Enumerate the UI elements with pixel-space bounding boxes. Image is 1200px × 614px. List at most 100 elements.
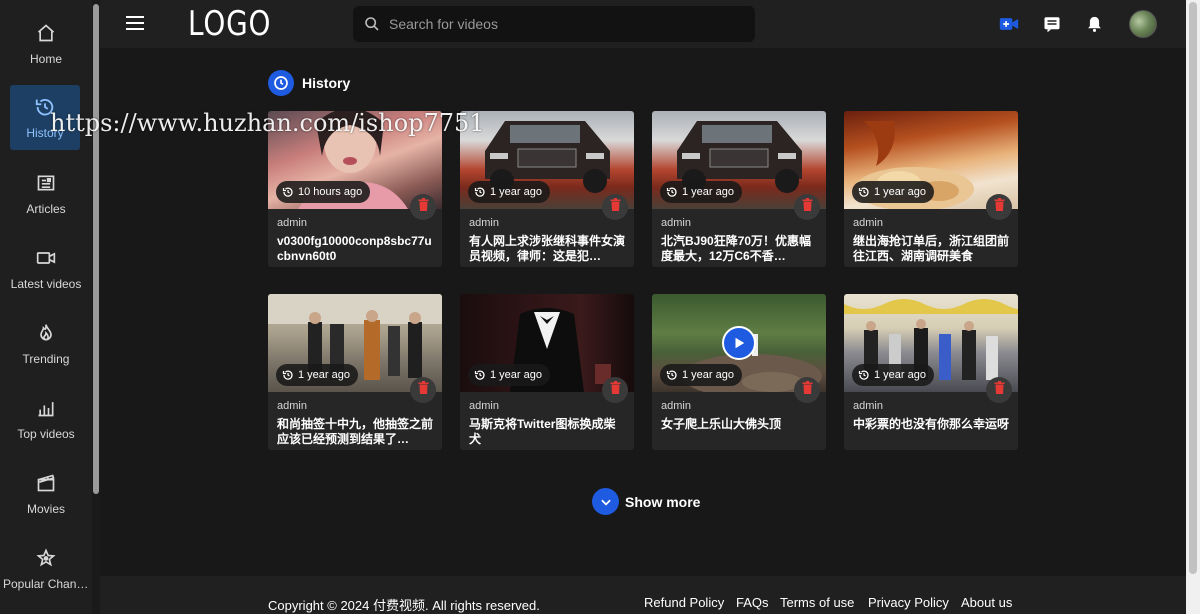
sidebar-item-label: Trending xyxy=(22,352,70,366)
history-icon xyxy=(666,186,678,198)
show-more-label: Show more xyxy=(625,493,701,510)
video-title[interactable]: 女子爬上乐山大佛头顶 xyxy=(661,417,817,432)
delete-button[interactable] xyxy=(986,194,1012,220)
sidebar-item-movies[interactable]: Movies xyxy=(0,460,92,528)
footer-link-privacy[interactable]: Privacy Policy xyxy=(868,595,949,610)
delete-button[interactable] xyxy=(602,377,628,403)
history-icon xyxy=(858,186,870,198)
video-author[interactable]: admin xyxy=(277,217,307,229)
delete-button[interactable] xyxy=(602,194,628,220)
sidebar-item-label: History xyxy=(26,125,64,140)
trash-icon xyxy=(610,198,621,216)
star-icon xyxy=(35,547,57,569)
time-text: 1 year ago xyxy=(874,186,926,198)
bell-icon[interactable] xyxy=(1083,13,1105,35)
bar-chart-icon xyxy=(35,397,57,419)
history-icon xyxy=(666,369,678,381)
messages-icon[interactable] xyxy=(1041,13,1063,35)
sidebar-item-history[interactable]: History xyxy=(10,85,80,150)
video-title[interactable]: v0300fg10000conp8sbc77ucbnvn60t0 xyxy=(277,234,433,264)
page-scrollbar[interactable] xyxy=(1186,0,1200,614)
video-card[interactable]: 10 hours ago admin v0300fg10000conp8sbc7… xyxy=(268,111,442,267)
sidebar-item-home[interactable]: Home xyxy=(0,10,92,78)
video-title[interactable]: 中彩票的也没有你那么幸运呀 xyxy=(853,417,1009,432)
time-text: 1 year ago xyxy=(298,369,350,381)
movie-icon xyxy=(35,472,57,494)
video-title[interactable]: 和尚抽签十中九，他抽签之前应该已经预测到结果了… xyxy=(277,417,433,447)
time-badge: 1 year ago xyxy=(660,364,742,386)
sidebar-item-top-videos[interactable]: Top videos xyxy=(0,385,92,453)
play-icon xyxy=(735,337,745,349)
sidebar-item-popular-channels[interactable]: Popular Channels xyxy=(0,535,92,603)
video-author[interactable]: admin xyxy=(469,217,499,229)
history-icon xyxy=(34,96,56,118)
video-card[interactable]: 1 year ago admin 继出海抢订单后，浙江组团前往江西、湖南调研美食 xyxy=(844,111,1018,267)
avatar[interactable] xyxy=(1129,10,1157,38)
time-text: 1 year ago xyxy=(490,369,542,381)
video-card[interactable]: 1 year ago admin 北汽BJ90狂降70万！优惠幅度最大，12万C… xyxy=(652,111,826,267)
footer-link-about[interactable]: About us xyxy=(961,595,1012,610)
site-logo[interactable]: LOGO xyxy=(188,4,271,44)
footer-link-refund-policy[interactable]: Refund Policy xyxy=(644,595,724,610)
play-button[interactable] xyxy=(722,326,756,360)
history-icon xyxy=(858,369,870,381)
video-card[interactable]: 1 year ago admin 马斯克将Twitter图标换成柴犬 xyxy=(460,294,634,450)
video-title[interactable]: 北汽BJ90狂降70万！优惠幅度最大，12万C6不香… xyxy=(661,234,817,264)
time-badge: 10 hours ago xyxy=(276,181,371,203)
time-text: 1 year ago xyxy=(874,369,926,381)
show-more-button[interactable]: Show more xyxy=(592,488,700,515)
time-badge: 1 year ago xyxy=(468,364,550,386)
history-icon xyxy=(282,186,294,198)
history-icon xyxy=(268,70,294,96)
sidebar-scrollbar-thumb[interactable] xyxy=(93,4,99,494)
delete-button[interactable] xyxy=(410,377,436,403)
time-badge: 1 year ago xyxy=(468,181,550,203)
video-author[interactable]: admin xyxy=(853,217,883,229)
search-icon[interactable] xyxy=(363,15,381,33)
trash-icon xyxy=(610,381,621,399)
video-title[interactable]: 马斯克将Twitter图标换成柴犬 xyxy=(469,417,625,447)
trash-icon xyxy=(802,381,813,399)
history-icon xyxy=(474,186,486,198)
video-author[interactable]: admin xyxy=(469,400,499,412)
video-author[interactable]: admin xyxy=(853,400,883,412)
video-card[interactable]: 1 year ago admin 有人网上求涉张继科事件女演员视频，律师：这是犯… xyxy=(460,111,634,267)
sidebar-item-label: Popular Channels xyxy=(3,577,89,591)
sidebar-item-articles[interactable]: Articles xyxy=(0,160,92,228)
video-card[interactable]: 1 year ago admin 中彩票的也没有你那么幸运呀 xyxy=(844,294,1018,450)
page-scrollbar-thumb[interactable] xyxy=(1189,2,1197,574)
trash-icon xyxy=(994,198,1005,216)
video-author[interactable]: admin xyxy=(661,217,691,229)
upload-video-icon[interactable] xyxy=(998,13,1020,35)
search-input[interactable] xyxy=(389,16,729,32)
time-badge: 1 year ago xyxy=(852,364,934,386)
history-icon xyxy=(474,369,486,381)
sidebar-item-label: Articles xyxy=(26,202,66,216)
video-author[interactable]: admin xyxy=(661,400,691,412)
sidebar-item-latest-videos[interactable]: Latest videos xyxy=(0,235,92,303)
section-title-text: History xyxy=(302,75,351,91)
copyright-text: Copyright © 2024 付费视频. All rights reserv… xyxy=(268,598,540,613)
menu-icon[interactable] xyxy=(125,12,147,34)
trash-icon xyxy=(418,381,429,399)
sidebar-item-label: Top videos xyxy=(17,427,75,441)
history-icon xyxy=(282,369,294,381)
delete-button[interactable] xyxy=(410,194,436,220)
footer-link-faqs[interactable]: FAQs xyxy=(736,595,769,610)
video-title[interactable]: 继出海抢订单后，浙江组团前往江西、湖南调研美食 xyxy=(853,234,1009,264)
video-author[interactable]: admin xyxy=(277,400,307,412)
footer-link-terms[interactable]: Terms of use xyxy=(780,595,854,610)
sidebar-item-trending[interactable]: Trending xyxy=(0,310,92,378)
delete-button[interactable] xyxy=(794,194,820,220)
sidebar-item-label: Home xyxy=(29,52,62,66)
time-text: 1 year ago xyxy=(682,369,734,381)
delete-button[interactable] xyxy=(986,377,1012,403)
search-bar xyxy=(353,6,755,42)
video-card[interactable]: 1 year ago admin 和尚抽签十中九，他抽签之前应该已经预测到结果了… xyxy=(268,294,442,450)
video-card[interactable]: 1 year ago admin 女子爬上乐山大佛头顶 xyxy=(652,294,826,450)
video-title[interactable]: 有人网上求涉张继科事件女演员视频，律师：这是犯… xyxy=(469,234,625,264)
trash-icon xyxy=(418,198,429,216)
delete-button[interactable] xyxy=(794,377,820,403)
fire-icon xyxy=(35,322,57,344)
time-badge: 1 year ago xyxy=(660,181,742,203)
